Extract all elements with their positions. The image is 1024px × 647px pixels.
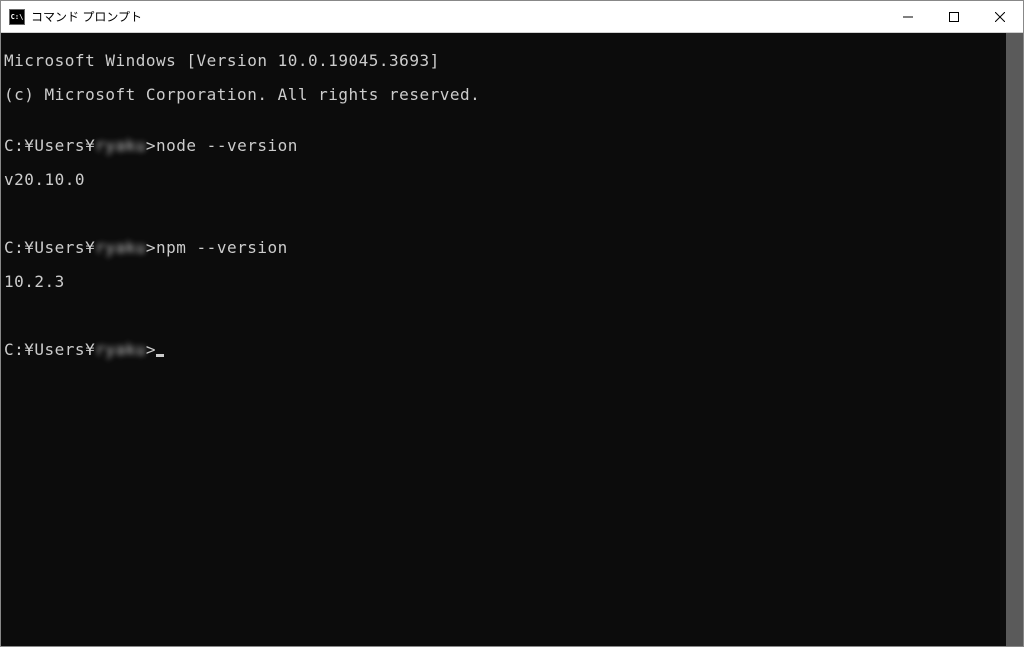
terminal-prompt-line: C:¥Users¥ryaku> [4,341,1006,358]
terminal-line [4,307,1006,324]
terminal-output[interactable]: Microsoft Windows [Version 10.0.19045.36… [1,33,1006,646]
minimize-button[interactable] [885,1,931,32]
close-button[interactable] [977,1,1023,32]
blurred-username: ryaku [95,136,146,155]
window-controls [885,1,1023,32]
command-prompt-window: C:\ コマンド プロンプト Microsoft Windows [Versio… [0,0,1024,647]
title-bar[interactable]: C:\ コマンド プロンプト [1,1,1023,33]
cursor [156,354,164,357]
maximize-button[interactable] [931,1,977,32]
scrollbar-track[interactable] [1006,33,1023,646]
window-title: コマンド プロンプト [31,8,885,25]
command-text: npm --version [156,238,288,257]
scrollbar-thumb[interactable] [1006,33,1023,646]
blurred-username: ryaku [95,238,146,257]
minimize-icon [903,12,913,22]
terminal-prompt-line: C:¥Users¥ryaku>node --version [4,137,1006,154]
cmd-icon: C:\ [9,9,25,25]
maximize-icon [949,12,959,22]
terminal-prompt-line: C:¥Users¥ryaku>npm --version [4,239,1006,256]
terminal-output-line: v20.10.0 [4,171,1006,188]
terminal-line: Microsoft Windows [Version 10.0.19045.36… [4,52,1006,69]
blurred-username: ryaku [95,340,146,359]
command-text: node --version [156,136,298,155]
terminal-line [4,205,1006,222]
close-icon [995,12,1005,22]
terminal-container: Microsoft Windows [Version 10.0.19045.36… [1,33,1023,646]
vertical-scrollbar[interactable] [1006,33,1023,646]
terminal-line: (c) Microsoft Corporation. All rights re… [4,86,1006,103]
terminal-output-line: 10.2.3 [4,273,1006,290]
